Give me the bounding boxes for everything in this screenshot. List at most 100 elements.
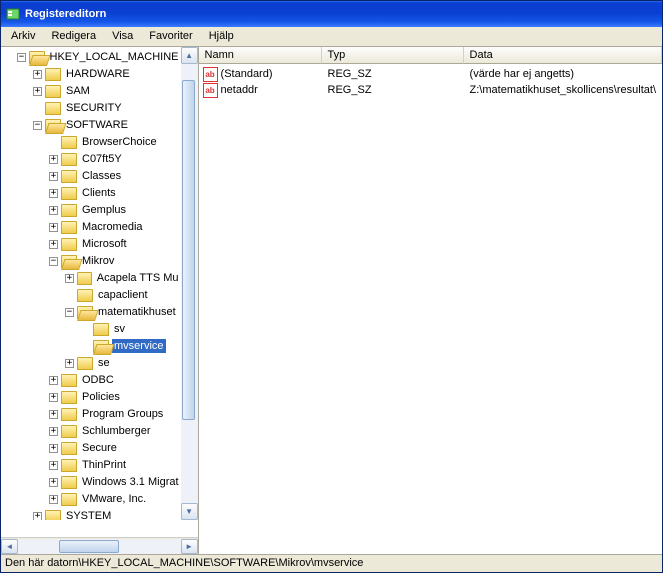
scroll-track[interactable] bbox=[18, 539, 181, 554]
tree-node[interactable]: − SOFTWARE bbox=[1, 117, 181, 133]
tree-node-label[interactable]: mvservice bbox=[112, 339, 166, 353]
tree-node[interactable]: mvservice bbox=[1, 338, 181, 354]
tree-node[interactable]: − HKEY_LOCAL_MACHINE bbox=[1, 49, 181, 65]
tree-node-label[interactable]: ODBC bbox=[80, 373, 116, 387]
tree-node[interactable]: SECURITY bbox=[1, 100, 181, 116]
tree-node-label[interactable]: Policies bbox=[80, 390, 122, 404]
tree-node[interactable]: +Policies bbox=[1, 389, 181, 405]
menu-favoriter[interactable]: Favoriter bbox=[141, 27, 200, 46]
scroll-thumb[interactable] bbox=[182, 80, 195, 420]
scroll-right-icon[interactable]: ► bbox=[181, 539, 198, 554]
tree-node[interactable]: sv bbox=[1, 321, 181, 337]
tree-node-label[interactable]: VMware, Inc. bbox=[80, 492, 148, 506]
tree-node-label[interactable]: HARDWARE bbox=[64, 67, 132, 81]
tree-node-label[interactable]: BrowserChoice bbox=[80, 135, 159, 149]
tree-node[interactable]: + HARDWARE bbox=[1, 66, 181, 82]
column-header-name[interactable]: Namn bbox=[199, 47, 322, 64]
expand-icon[interactable]: + bbox=[49, 410, 58, 419]
tree-node[interactable]: + Classes bbox=[1, 168, 181, 184]
scroll-left-icon[interactable]: ◄ bbox=[1, 539, 18, 554]
value-row[interactable]: ab(Standard)REG_SZ(värde har ej angetts) bbox=[199, 66, 662, 82]
tree-node-label[interactable]: Program Groups bbox=[80, 407, 165, 421]
scroll-thumb[interactable] bbox=[59, 540, 119, 553]
tree-node[interactable]: + Schlumberger bbox=[1, 423, 181, 439]
tree-node-label[interactable]: se bbox=[96, 356, 112, 370]
tree-node-label[interactable]: SAM bbox=[64, 84, 92, 98]
tree-node-label[interactable]: sv bbox=[112, 322, 127, 336]
menu-arkiv[interactable]: Arkiv bbox=[3, 27, 43, 46]
tree-node-label[interactable]: matematikhuset bbox=[96, 305, 178, 319]
tree-node-label[interactable]: Mikrov bbox=[80, 254, 116, 268]
expand-icon[interactable]: + bbox=[49, 206, 58, 215]
expand-icon[interactable]: + bbox=[65, 359, 74, 368]
scroll-up-icon[interactable]: ▲ bbox=[181, 47, 198, 64]
tree-node[interactable]: + Program Groups bbox=[1, 406, 181, 422]
expand-icon[interactable]: + bbox=[49, 444, 58, 453]
tree-node[interactable]: − matematikhuset bbox=[1, 304, 181, 320]
expand-icon[interactable]: + bbox=[49, 223, 58, 232]
tree-node[interactable]: − Mikrov bbox=[1, 253, 181, 269]
collapse-icon[interactable]: − bbox=[17, 53, 26, 62]
expand-icon[interactable]: + bbox=[33, 512, 42, 521]
expand-icon[interactable]: + bbox=[49, 172, 58, 181]
expand-icon[interactable]: + bbox=[49, 427, 58, 436]
tree-node-label[interactable]: SYSTEM bbox=[64, 509, 113, 520]
expand-icon[interactable]: + bbox=[49, 240, 58, 249]
scroll-track[interactable] bbox=[181, 64, 198, 503]
tree-node[interactable]: + ODBC bbox=[1, 372, 181, 388]
tree-node-label[interactable]: Secure bbox=[80, 441, 119, 455]
tree-node-label[interactable]: Schlumberger bbox=[80, 424, 152, 438]
expand-icon[interactable]: + bbox=[49, 376, 58, 385]
expand-icon[interactable]: + bbox=[49, 478, 58, 487]
menu-hjalp[interactable]: Hjälp bbox=[201, 27, 242, 46]
tree-node[interactable]: + Macromedia bbox=[1, 219, 181, 235]
tree-node[interactable]: + Secure bbox=[1, 440, 181, 456]
tree-vscrollbar[interactable]: ▲ ▼ bbox=[181, 47, 198, 520]
column-header-type[interactable]: Typ bbox=[322, 47, 464, 64]
tree-node-label[interactable]: C07ft5Y bbox=[80, 152, 124, 166]
tree-node-label[interactable]: Acapela TTS Mu bbox=[95, 271, 181, 285]
tree-node-label[interactable]: Macromedia bbox=[80, 220, 145, 234]
tree-node-label[interactable]: SECURITY bbox=[64, 101, 124, 115]
tree-hscrollbar[interactable]: ◄ ► bbox=[1, 537, 198, 554]
tree-node[interactable]: + Acapela TTS Mu bbox=[1, 270, 181, 286]
tree-node-label[interactable]: SOFTWARE bbox=[64, 118, 130, 132]
tree-node[interactable]: + SYSTEM bbox=[1, 508, 181, 520]
tree-node[interactable]: + se bbox=[1, 355, 181, 371]
tree-node-label[interactable]: ThinPrint bbox=[80, 458, 128, 472]
collapse-icon[interactable]: − bbox=[65, 308, 74, 317]
tree-node-label[interactable]: Clients bbox=[80, 186, 118, 200]
tree-node[interactable]: + Clients bbox=[1, 185, 181, 201]
list-body[interactable]: ab(Standard)REG_SZ(värde har ej angetts)… bbox=[199, 64, 662, 554]
tree-node[interactable]: BrowserChoice bbox=[1, 134, 181, 150]
tree-node[interactable]: + C07ft5Y bbox=[1, 151, 181, 167]
collapse-icon[interactable]: − bbox=[33, 121, 42, 130]
expand-icon[interactable]: + bbox=[49, 461, 58, 470]
tree-node[interactable]: + Gemplus bbox=[1, 202, 181, 218]
expand-icon[interactable]: + bbox=[65, 274, 74, 283]
expand-icon[interactable]: + bbox=[49, 189, 58, 198]
tree-node-label[interactable]: Microsoft bbox=[80, 237, 129, 251]
tree-node-label[interactable]: Classes bbox=[80, 169, 123, 183]
value-row[interactable]: abnetaddrREG_SZZ:\matematikhuset_skollic… bbox=[199, 82, 662, 98]
tree-node-label[interactable]: Windows 3.1 Migrat bbox=[80, 475, 181, 489]
menu-redigera[interactable]: Redigera bbox=[43, 27, 104, 46]
tree-node-label[interactable]: Gemplus bbox=[80, 203, 128, 217]
tree-node-label[interactable]: capaclient bbox=[96, 288, 150, 302]
tree-node[interactable]: + VMware, Inc. bbox=[1, 491, 181, 507]
tree-node[interactable]: capaclient bbox=[1, 287, 181, 303]
expand-icon[interactable]: + bbox=[49, 155, 58, 164]
expand-icon[interactable]: + bbox=[33, 70, 42, 79]
collapse-icon[interactable]: − bbox=[49, 257, 58, 266]
tree-node[interactable]: + ThinPrint bbox=[1, 457, 181, 473]
tree-node[interactable]: + Microsoft bbox=[1, 236, 181, 252]
menu-visa[interactable]: Visa bbox=[104, 27, 141, 46]
tree-node-label[interactable]: HKEY_LOCAL_MACHINE bbox=[48, 50, 181, 64]
titlebar[interactable]: Registereditorn bbox=[1, 1, 662, 27]
expand-icon[interactable]: + bbox=[33, 87, 42, 96]
expand-icon[interactable]: + bbox=[49, 495, 58, 504]
tree-node[interactable]: + Windows 3.1 Migrat bbox=[1, 474, 181, 490]
tree-node[interactable]: + SAM bbox=[1, 83, 181, 99]
registry-tree[interactable]: − HKEY_LOCAL_MACHINE + HARDWARE + SAM SECURITY… bbox=[1, 47, 181, 520]
scroll-down-icon[interactable]: ▼ bbox=[181, 503, 198, 520]
